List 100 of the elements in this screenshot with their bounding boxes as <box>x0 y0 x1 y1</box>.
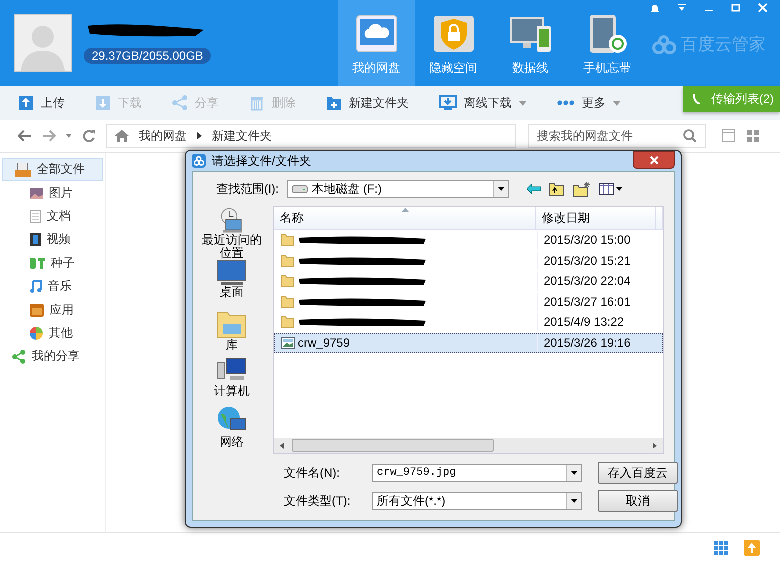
close-icon <box>650 156 658 164</box>
search-field[interactable]: 搜索我的网盘文件 <box>528 124 706 148</box>
modified-date: 2015/3/27 16:01 <box>544 294 631 309</box>
shield-lock-icon <box>432 14 476 54</box>
more-icon <box>557 100 575 106</box>
scroll-left-icon[interactable] <box>280 442 284 448</box>
toolbar-button[interactable]: 更多 <box>551 90 627 116</box>
forward-icon[interactable] <box>42 130 56 142</box>
sidebar-item[interactable]: 图片 <box>0 181 105 205</box>
file-type-dropdown[interactable]: 所有文件(*.*) <box>372 492 582 510</box>
sidebar-item[interactable]: 其他 <box>0 322 105 346</box>
scroll-right-icon[interactable] <box>653 442 657 448</box>
document-icon <box>30 210 41 223</box>
toolbar-button[interactable]: 新建文件夹 <box>320 90 415 116</box>
upload-icon[interactable] <box>744 540 760 556</box>
folder-icon <box>281 254 295 268</box>
cloud-icon <box>354 14 398 54</box>
close-button[interactable] <box>633 151 675 169</box>
nav-tab[interactable]: 手机忘带 <box>569 0 646 86</box>
places-item[interactable]: 计算机 <box>199 357 265 406</box>
bell-icon[interactable] <box>650 3 660 13</box>
sort-arrow-icon <box>402 208 409 212</box>
cancel-button[interactable]: 取消 <box>598 490 678 512</box>
sidebar-item[interactable]: 种子 <box>0 252 105 275</box>
file-row[interactable]: 2015/3/20 15:00 <box>274 230 663 250</box>
horizontal-scrollbar[interactable] <box>274 438 663 453</box>
home-icon[interactable] <box>115 130 129 142</box>
caret-icon <box>570 471 578 475</box>
file-type-label: 文件类型(T): <box>284 492 352 510</box>
new-folder-icon <box>326 95 342 111</box>
file-name-field[interactable]: crw_9759.jpg <box>372 464 582 482</box>
save-to-cloud-button[interactable]: 存入百度云 <box>598 462 678 484</box>
column-header[interactable]: 修改日期 <box>536 207 656 229</box>
back-icon[interactable] <box>18 130 32 142</box>
app-box-icon <box>30 304 44 317</box>
file-row[interactable]: 2015/3/27 16:01 <box>274 292 663 312</box>
up-folder-icon[interactable] <box>549 182 565 196</box>
folder-tray-icon <box>15 162 31 177</box>
sidebar-item[interactable]: 音乐 <box>0 274 105 298</box>
file-name: crw_9759 <box>298 336 350 350</box>
back-arrow-icon[interactable] <box>527 184 541 194</box>
grid-view-icon[interactable] <box>714 541 728 555</box>
sidebar-item[interactable]: 文档 <box>0 204 105 228</box>
cloud-logo-icon <box>192 154 206 168</box>
monitor-icon <box>217 260 247 286</box>
sidebar-item[interactable]: 应用 <box>0 298 105 322</box>
folder-icon <box>281 274 295 288</box>
torrent-icon <box>30 258 45 269</box>
column-header[interactable]: 名称 <box>274 207 536 229</box>
pie-icon <box>30 326 43 340</box>
music-note-icon <box>30 280 42 294</box>
toolbar-button[interactable]: 上传 <box>12 90 71 116</box>
nav-tab[interactable]: 隐藏空间 <box>415 0 492 86</box>
film-icon <box>30 233 41 246</box>
modified-date: 2015/3/20 22:04 <box>544 274 631 288</box>
share-icon <box>12 350 26 364</box>
places-item[interactable]: 桌面 <box>199 260 265 308</box>
toolbar-button[interactable]: 离线下载 <box>433 90 533 116</box>
places-item[interactable]: 网络 <box>199 406 265 454</box>
avatar <box>14 14 72 72</box>
refresh-icon[interactable] <box>82 129 96 143</box>
breadcrumb-link[interactable]: 新建文件夹 <box>212 128 272 144</box>
breadcrumb-link[interactable]: 我的网盘 <box>139 128 187 144</box>
modified-date: 2015/3/26 19:16 <box>544 336 631 350</box>
download-icon <box>95 95 111 111</box>
modified-date: 2015/3/20 15:00 <box>544 233 631 248</box>
monitor-download-icon <box>439 95 457 111</box>
new-folder-icon[interactable] <box>573 182 591 196</box>
caret-icon <box>498 187 504 191</box>
file-row[interactable]: 2015/3/20 22:04 <box>274 271 663 292</box>
image-icon <box>30 188 43 199</box>
modified-date: 2015/3/20 15:21 <box>544 254 631 268</box>
caret-icon[interactable] <box>66 134 72 138</box>
file-row[interactable]: 2015/4/9 13:22 <box>274 312 663 332</box>
sidebar-item[interactable]: 全部文件 <box>2 158 103 182</box>
share-icon <box>172 95 188 111</box>
look-in-dropdown[interactable]: 本地磁盘 (F:) <box>287 180 509 198</box>
search-icon <box>683 129 697 143</box>
folder-icon <box>281 233 295 248</box>
maximize-icon[interactable] <box>731 3 741 13</box>
view-menu-icon[interactable] <box>599 183 623 195</box>
file-row[interactable]: 2015/3/20 15:21 <box>274 250 663 271</box>
trash-icon <box>249 95 265 111</box>
close-icon[interactable] <box>758 3 768 13</box>
file-row[interactable]: crw_9759 2015/3/26 19:16 <box>274 332 663 353</box>
nav-tab[interactable]: 数据线 <box>492 0 569 86</box>
storage-usage: 29.37GB/2055.00GB <box>84 48 212 64</box>
caret-icon <box>570 499 578 503</box>
app-logo: 百度云管家 <box>681 34 766 56</box>
folder-icon <box>281 294 295 309</box>
grid-view-icon[interactable] <box>746 129 760 143</box>
drive-icon <box>292 184 308 194</box>
places-item[interactable]: 库 <box>199 308 265 357</box>
dropdown-icon[interactable] <box>677 3 687 13</box>
folder-icon <box>281 315 295 330</box>
sidebar-item[interactable]: 视频 <box>0 228 105 252</box>
file-name-label: 文件名(N): <box>284 464 341 482</box>
places-item[interactable]: 最近访问的位置 <box>199 208 265 260</box>
list-view-icon[interactable] <box>722 129 736 143</box>
sidebar-item[interactable]: 我的分享 <box>0 345 105 369</box>
